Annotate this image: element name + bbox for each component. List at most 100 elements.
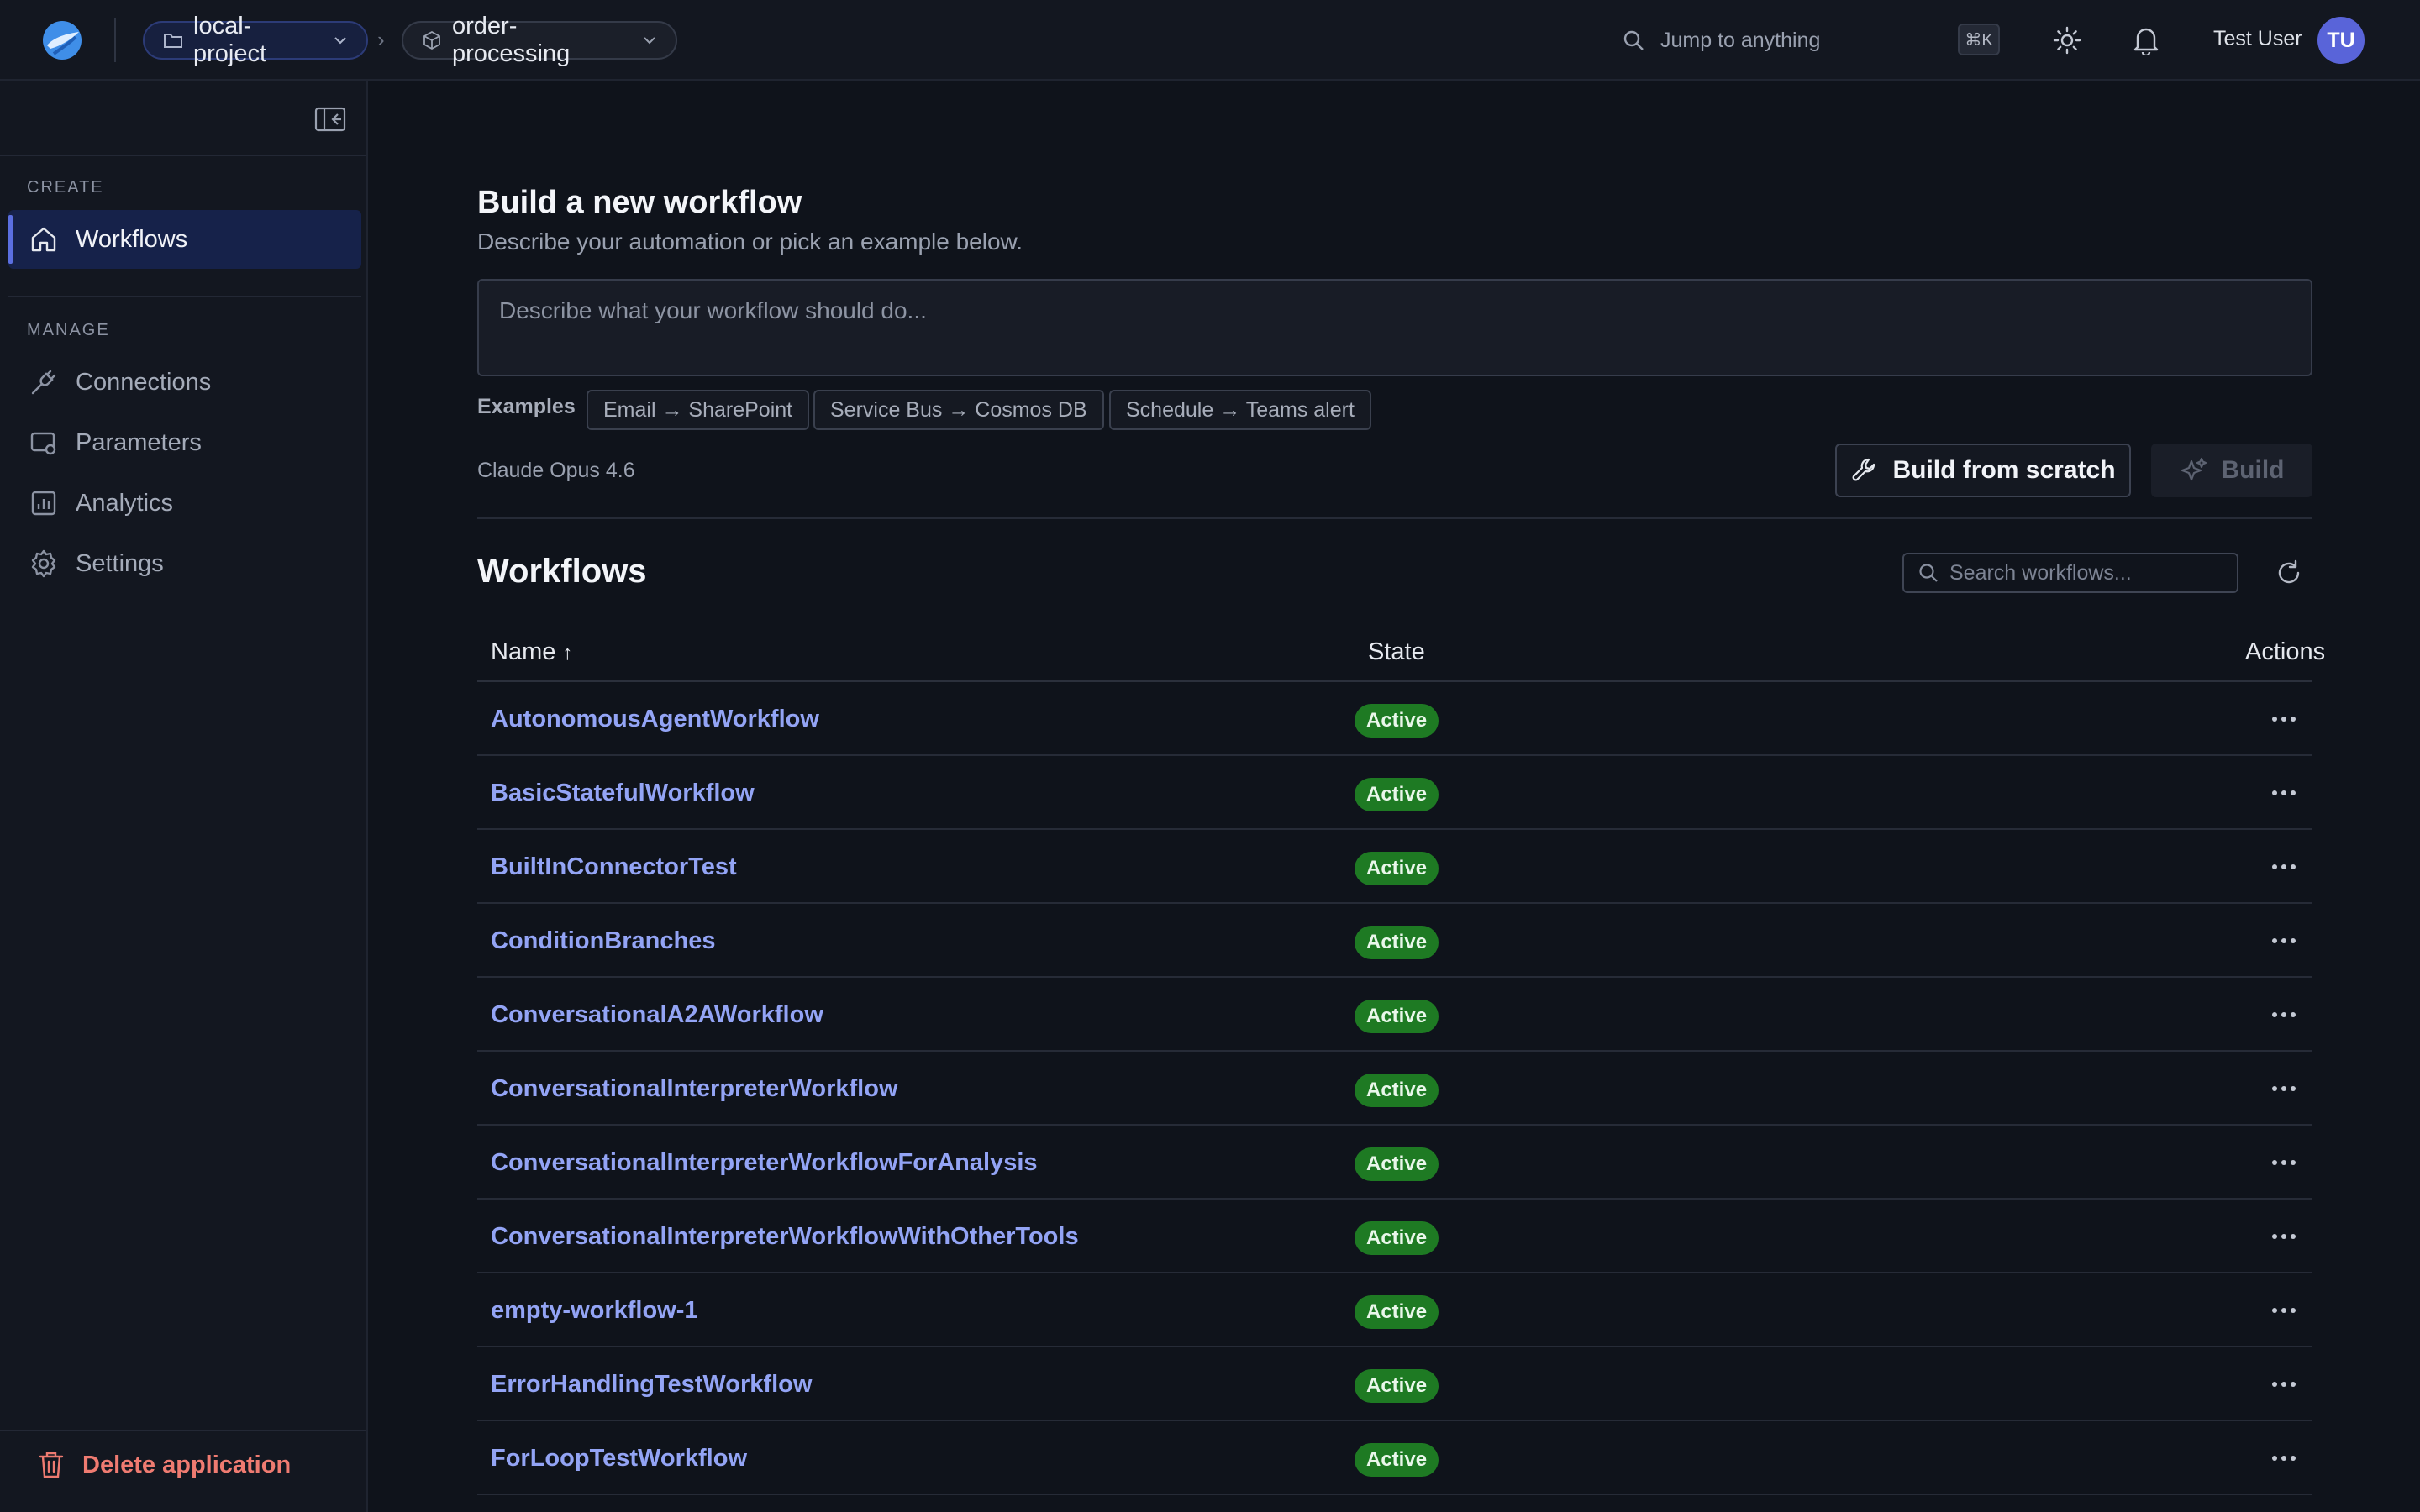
sidebar-item-parameters[interactable]: Parameters xyxy=(8,413,361,472)
example-chip[interactable]: Email → SharePoint xyxy=(587,390,810,430)
parameters-icon xyxy=(30,432,56,455)
workflow-name-link[interactable]: BasicStatefulWorkflow xyxy=(491,780,755,807)
section-divider xyxy=(477,517,2312,519)
section-label-manage: MANAGE xyxy=(27,321,110,339)
workflow-name-link[interactable]: ConversationalA2AWorkflow xyxy=(491,1001,823,1029)
more-horizontal-icon xyxy=(2272,1234,2296,1239)
refresh-icon xyxy=(2278,559,2300,584)
workflow-name-link[interactable]: ErrorHandlingTestWorkflow xyxy=(491,1371,812,1399)
table-row[interactable]: ConditionBranches Active xyxy=(477,904,2312,978)
workflow-name-link[interactable]: ConversationalInterpreterWorkflow xyxy=(491,1075,898,1103)
workflow-name-link[interactable]: empty-workflow-1 xyxy=(491,1297,698,1325)
workflow-name: order-processing xyxy=(452,13,571,67)
more-horizontal-icon xyxy=(2272,1382,2296,1387)
row-actions-button[interactable] xyxy=(2262,771,2306,815)
sidebar-item-analytics[interactable]: Analytics xyxy=(8,474,361,533)
delete-application-button[interactable]: Delete application xyxy=(37,1450,291,1480)
app-logo-icon[interactable] xyxy=(42,20,82,60)
workflow-name-link[interactable]: ConditionBranches xyxy=(491,927,715,955)
more-horizontal-icon xyxy=(2272,1456,2296,1461)
example-chip[interactable]: Service Bus → Cosmos DB xyxy=(813,390,1104,430)
status-badge: Active xyxy=(1355,926,1439,959)
column-header-name[interactable]: Name ↑ xyxy=(491,638,572,666)
sidebar-item-label: Analytics xyxy=(76,489,174,517)
notifications-button[interactable] xyxy=(2128,22,2165,59)
workflow-name-link[interactable]: ForLoopTestWorkflow xyxy=(491,1445,747,1473)
user-name[interactable]: Test User xyxy=(2213,27,2302,51)
status-badge: Active xyxy=(1355,1147,1439,1181)
bell-icon xyxy=(2133,28,2159,55)
sort-ascending-icon: ↑ xyxy=(562,642,573,664)
build-from-scratch-label: Build from scratch xyxy=(1892,456,2116,484)
table-row[interactable]: ForLoopTestWorkflow Active xyxy=(477,1421,2312,1495)
table-row[interactable]: ConversationalInterpreterWorkflow Active xyxy=(477,1052,2312,1126)
table-row[interactable]: ConversationalInterpreterWorkflowForAnal… xyxy=(477,1126,2312,1200)
workflow-name-link[interactable]: ConversationalInterpreterWorkflowWithOth… xyxy=(491,1223,1079,1251)
search-placeholder: Search workflows... xyxy=(1949,560,2132,585)
status-badge: Active xyxy=(1355,1443,1439,1477)
sidebar-item-workflows[interactable]: Workflows xyxy=(8,210,361,269)
delete-application-label: Delete application xyxy=(82,1451,292,1478)
workflow-prompt-input[interactable]: Describe what your workflow should do... xyxy=(477,279,2312,376)
table-row[interactable]: ConversationalA2AWorkflow Active xyxy=(477,978,2312,1052)
workflow-name-link[interactable]: ConversationalInterpreterWorkflowForAnal… xyxy=(491,1149,1038,1177)
sidebar-item-connections[interactable]: Connections xyxy=(8,353,361,412)
more-horizontal-icon xyxy=(2272,790,2296,795)
sidebar-divider xyxy=(8,296,361,297)
workflow-selector[interactable]: order-processing xyxy=(402,13,677,67)
table-row[interactable]: ErrorHandlingTestWorkflow Active xyxy=(477,1347,2312,1421)
more-horizontal-icon xyxy=(2272,1308,2296,1313)
workflow-name-link[interactable]: BuiltInConnectorTest xyxy=(491,853,737,881)
more-horizontal-icon xyxy=(2272,1012,2296,1017)
status-badge: Active xyxy=(1355,1295,1439,1329)
more-horizontal-icon xyxy=(2272,938,2296,943)
table-row[interactable]: AutonomousAgentWorkflow Active xyxy=(477,682,2312,756)
jump-search[interactable]: Jump to anything xyxy=(1622,20,1820,60)
row-actions-button[interactable] xyxy=(2262,1067,2306,1110)
more-horizontal-icon xyxy=(2272,717,2296,722)
project-name: local-project xyxy=(193,13,267,67)
status-badge: Active xyxy=(1355,1221,1439,1255)
workflow-name-link[interactable]: AutonomousAgentWorkflow xyxy=(491,706,819,733)
row-actions-button[interactable] xyxy=(2262,845,2306,889)
build-from-scratch-button[interactable]: Build from scratch xyxy=(1835,444,2131,497)
sidebar-item-settings[interactable]: Settings xyxy=(8,534,361,593)
folder-icon xyxy=(164,34,182,48)
table-row[interactable]: empty-workflow-1 Active xyxy=(477,1273,2312,1347)
row-actions-button[interactable] xyxy=(2262,1436,2306,1480)
main-content: Build a new workflow Describe your autom… xyxy=(370,81,2420,1512)
project-selector[interactable]: local-project xyxy=(143,13,368,67)
search-icon xyxy=(1919,564,1938,582)
section-label-create: CREATE xyxy=(27,178,104,197)
column-header-state[interactable]: State xyxy=(1368,638,1425,666)
build-button[interactable]: Build xyxy=(2151,444,2312,497)
workflows-title: Workflows xyxy=(477,553,647,590)
sidebar-item-label: Settings xyxy=(76,549,164,577)
refresh-button[interactable] xyxy=(2269,553,2309,593)
row-actions-button[interactable] xyxy=(2262,993,2306,1037)
table-row[interactable]: ConversationalInterpreterWorkflowWithOth… xyxy=(477,1200,2312,1273)
status-badge: Active xyxy=(1355,1000,1439,1033)
table-row[interactable]: BasicStatefulWorkflow Active xyxy=(477,756,2312,830)
avatar[interactable]: TU xyxy=(2317,17,2365,64)
row-actions-button[interactable] xyxy=(2262,697,2306,741)
shortcut-hint: ⌘K xyxy=(1958,24,2000,55)
row-actions-button[interactable] xyxy=(2262,1215,2306,1258)
sidebar-item-label: Workflows xyxy=(76,225,188,253)
sidebar-divider xyxy=(0,155,366,156)
analytics-icon xyxy=(31,491,56,516)
model-label[interactable]: Claude Opus 4.6 xyxy=(477,459,635,483)
theme-toggle[interactable] xyxy=(2049,22,2086,59)
prompt-placeholder: Describe what your workflow should do... xyxy=(499,297,927,323)
collapse-sidebar-icon[interactable] xyxy=(314,106,346,133)
row-actions-button[interactable] xyxy=(2262,1141,2306,1184)
row-actions-button[interactable] xyxy=(2262,1362,2306,1406)
status-badge: Active xyxy=(1355,778,1439,811)
status-badge: Active xyxy=(1355,852,1439,885)
workflow-search-input[interactable]: Search workflows... xyxy=(1902,553,2238,593)
row-actions-button[interactable] xyxy=(2262,919,2306,963)
row-actions-button[interactable] xyxy=(2262,1289,2306,1332)
trash-icon xyxy=(39,1452,64,1478)
example-chip[interactable]: Schedule → Teams alert xyxy=(1109,390,1371,430)
table-row[interactable]: BuiltInConnectorTest Active xyxy=(477,830,2312,904)
